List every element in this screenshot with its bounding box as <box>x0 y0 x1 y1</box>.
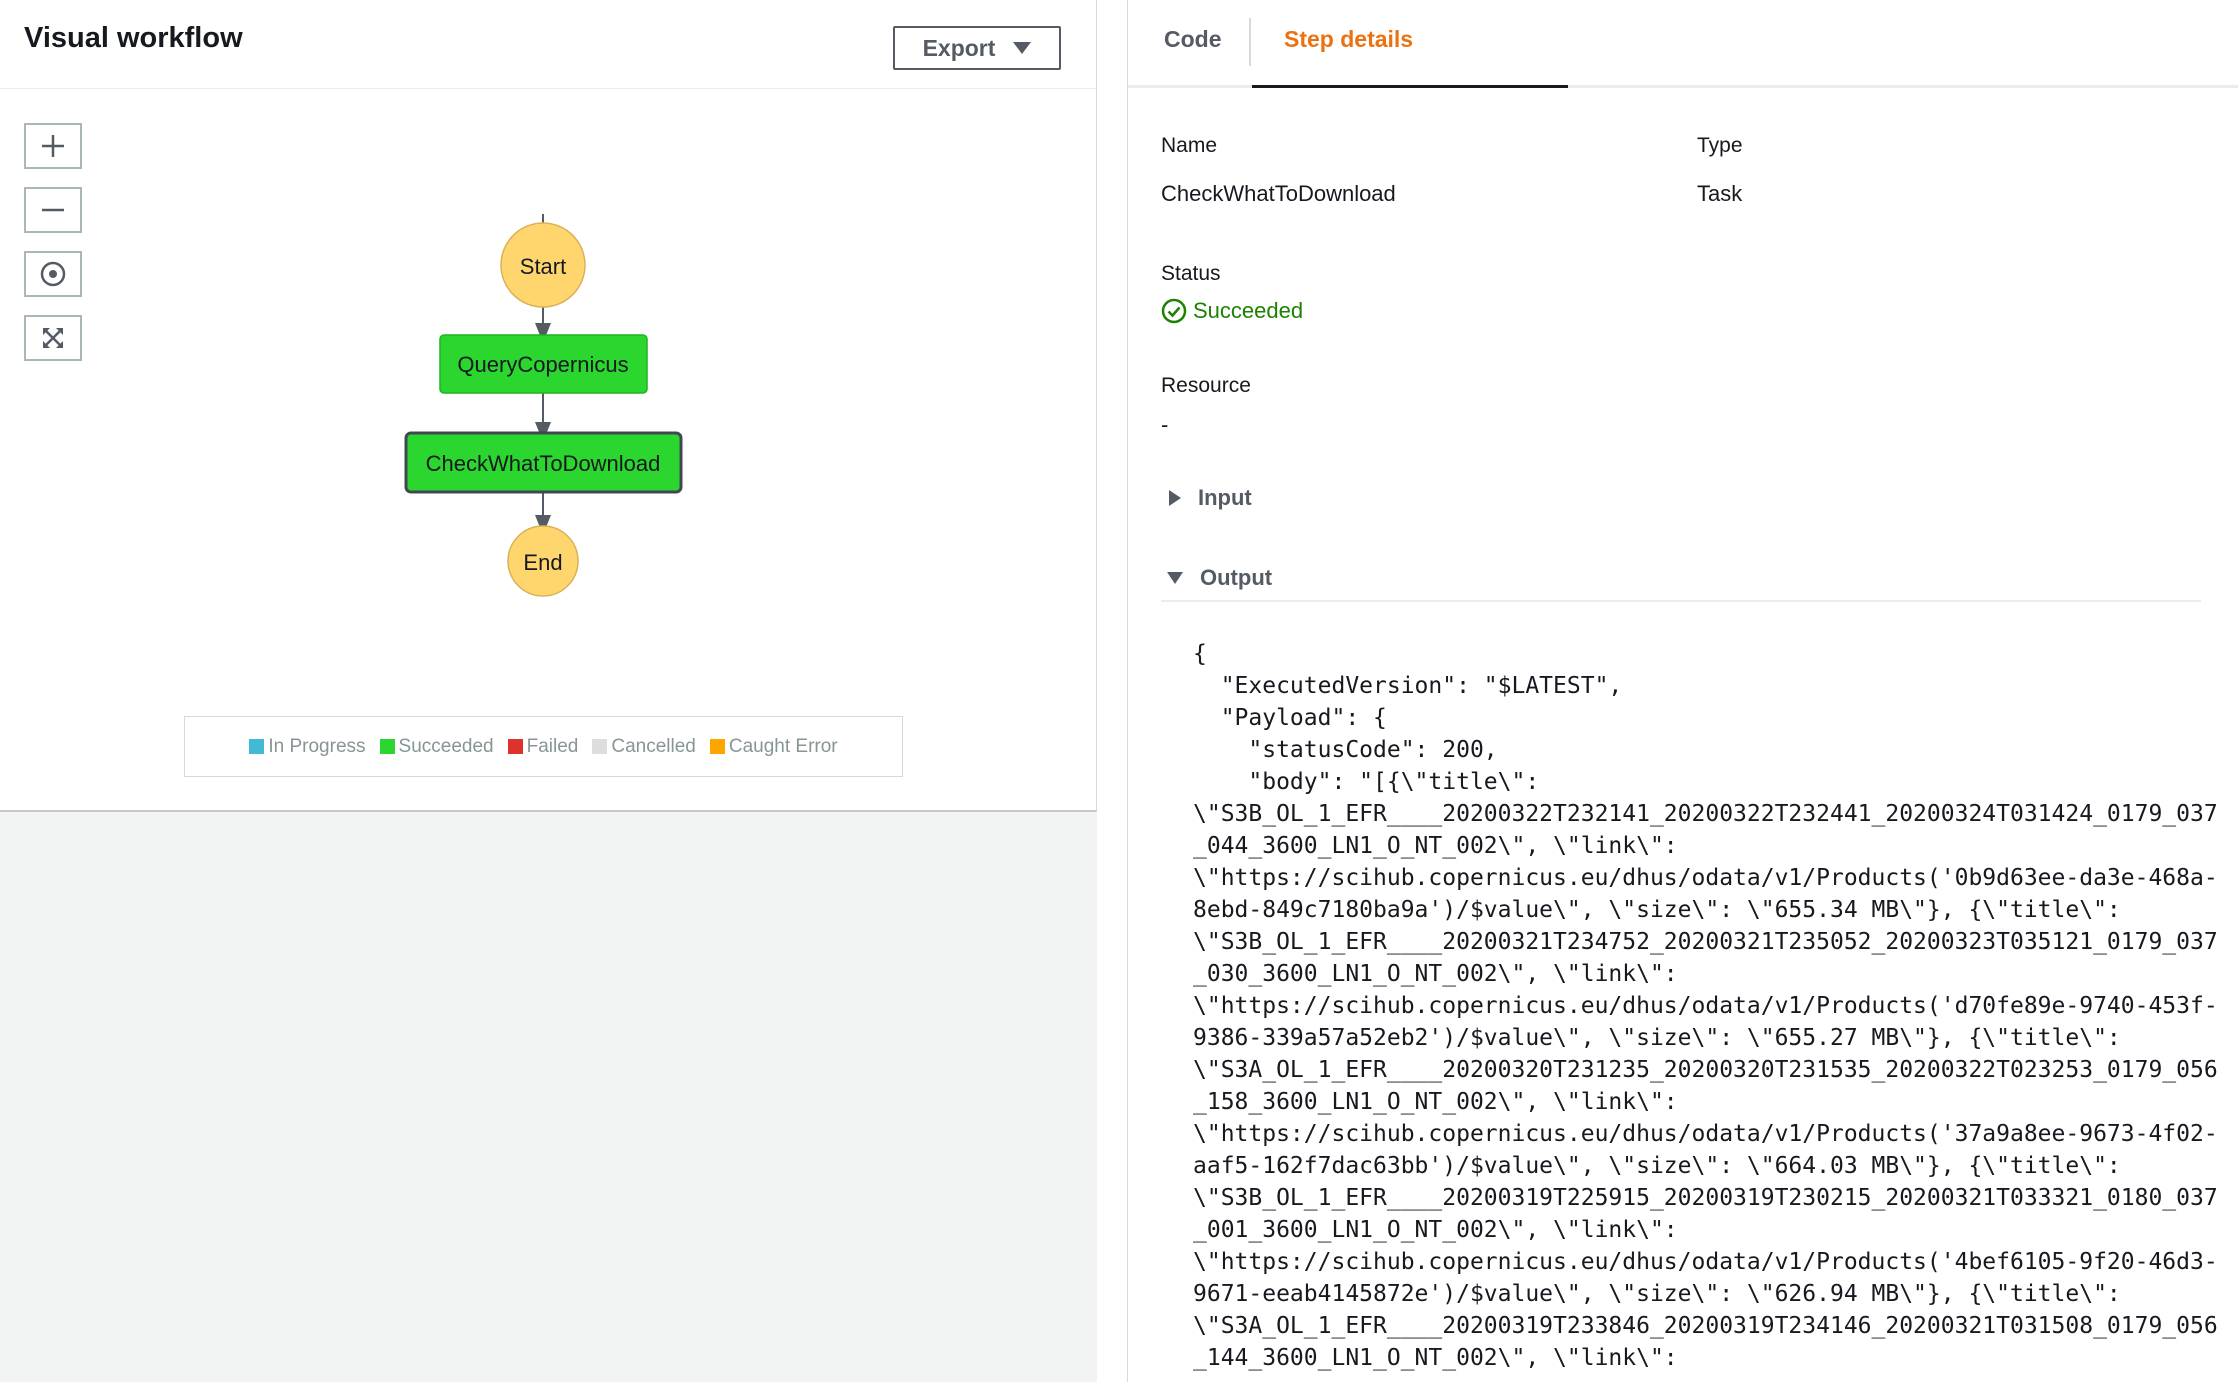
legend-swatch <box>507 739 523 754</box>
legend-label: Failed <box>526 735 579 757</box>
legend-item-in-progress: In Progress <box>249 735 366 758</box>
legend-label: Succeeded <box>398 735 494 757</box>
tab-separator <box>1249 18 1251 66</box>
resource-label: Resource <box>1161 374 1251 397</box>
legend-swatch <box>592 739 608 754</box>
node-end[interactable]: End <box>507 525 579 597</box>
input-label: Input <box>1198 485 1252 510</box>
legend-label: In Progress <box>268 735 366 757</box>
export-label: Export <box>922 34 996 61</box>
tabs-bar: Code Step details <box>1128 0 2238 88</box>
step-details-panel: Code Step details Name CheckWhatToDownlo… <box>1127 0 2238 1382</box>
status-indicator: Succeeded <box>1161 298 1303 324</box>
legend-item-succeeded: Succeeded <box>379 735 494 758</box>
export-button[interactable]: Export <box>893 26 1061 70</box>
active-tab-indicator <box>1252 85 1568 88</box>
name-value: CheckWhatToDownload <box>1161 181 1396 206</box>
legend-item-failed: Failed <box>507 735 579 758</box>
caret-down-icon <box>1013 42 1032 54</box>
node-start-label: Start <box>520 254 566 279</box>
node-query-copernicus[interactable]: QueryCopernicus <box>439 334 648 394</box>
caret-right-icon <box>1169 490 1181 506</box>
input-expander[interactable]: Input <box>1168 485 1252 511</box>
node-check-what-to-download-label: CheckWhatToDownload <box>426 451 661 476</box>
legend-label: Caught Error <box>728 735 838 757</box>
output-expander[interactable]: Output <box>1166 565 1272 591</box>
legend-swatch <box>249 739 265 754</box>
workflow-graph: Start QueryCopernicus CheckWhatToDownloa… <box>404 214 683 597</box>
workflow-title: Visual workflow <box>24 22 243 54</box>
tab-step-details[interactable]: Step details <box>1284 26 1413 53</box>
check-circle-icon <box>1161 298 1187 324</box>
resource-value: - <box>1161 412 1169 437</box>
workflow-header: Visual workflow Export <box>0 0 1096 89</box>
legend-swatch <box>709 739 725 754</box>
status-label: Status <box>1161 262 1221 285</box>
node-end-label: End <box>523 550 562 575</box>
workflow-panel: Visual workflow Export Start QueryCopern… <box>0 0 1097 1382</box>
caret-down-icon <box>1167 572 1183 584</box>
node-query-copernicus-label: QueryCopernicus <box>457 352 628 377</box>
legend-label: Cancelled <box>611 735 696 757</box>
legend-item-cancelled: Cancelled <box>592 736 696 758</box>
tab-code[interactable]: Code <box>1164 26 1222 53</box>
name-label: Name <box>1161 134 1218 157</box>
output-label: Output <box>1200 565 1273 590</box>
output-divider <box>1161 600 2201 602</box>
output-json: { "ExecutedVersion": "$LATEST", "Payload… <box>1193 641 2218 1371</box>
type-value: Task <box>1697 181 1743 206</box>
type-label: Type <box>1697 134 1743 157</box>
workflow-card: Visual workflow Export Start QueryCopern… <box>0 0 1097 812</box>
status-legend: In Progress Succeeded Failed Cancelled C… <box>184 716 903 777</box>
legend-swatch <box>379 739 395 754</box>
node-check-what-to-download[interactable]: CheckWhatToDownload <box>404 431 683 494</box>
legend-item-caught-error: Caught Error <box>709 735 838 758</box>
status-value: Succeeded <box>1193 298 1304 323</box>
node-start[interactable]: Start <box>500 222 586 308</box>
